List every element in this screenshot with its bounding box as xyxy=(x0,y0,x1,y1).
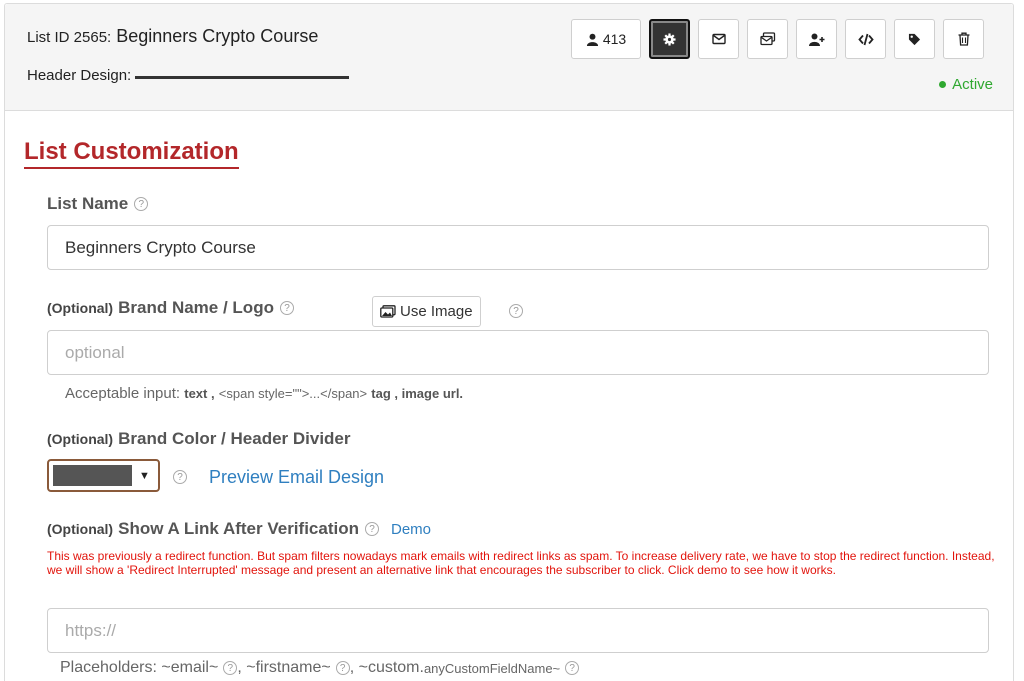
help-icon[interactable]: ? xyxy=(509,304,523,318)
hint-tag: <span style="">...</span> xyxy=(218,386,368,401)
optional-tag: (Optional) xyxy=(47,300,114,316)
envelope-icon xyxy=(711,33,726,45)
list-status: Active xyxy=(939,76,993,93)
placeholder-custom: ~custom. xyxy=(358,659,424,676)
list-name-label: List Name ? xyxy=(47,194,149,214)
redirect-link-label: (Optional) Show A Link After Verificatio… xyxy=(47,519,431,539)
trash-icon xyxy=(958,32,969,46)
embed-code-button[interactable] xyxy=(845,19,886,59)
hint-tag-suffix: tag , image url. xyxy=(371,386,464,401)
help-icon[interactable]: ? xyxy=(565,661,580,675)
status-dot-icon xyxy=(939,81,947,88)
broadcast-button[interactable] xyxy=(747,19,788,59)
envelopes-icon xyxy=(759,32,775,46)
placeholder-custom-field: anyCustomFieldName~ xyxy=(423,660,561,676)
list-id: List ID 2565: xyxy=(27,29,112,46)
hint-text: text , xyxy=(184,386,215,401)
status-text: Active xyxy=(952,76,993,93)
list-settings-panel: List ID 2565: Beginners Crypto Course He… xyxy=(4,3,1014,681)
placeholders-hint: Placeholders: ~email~ ?, ~firstname~ ?, … xyxy=(60,659,580,677)
add-user-icon xyxy=(808,33,824,46)
image-icon xyxy=(380,305,396,318)
delete-button[interactable] xyxy=(943,19,984,59)
dropdown-arrow-icon: ▼ xyxy=(139,469,150,482)
list-title: List ID 2565: Beginners Crypto Course xyxy=(27,26,318,47)
brand-color-label: (Optional) Brand Color / Header Divider xyxy=(47,429,351,449)
help-icon[interactable]: ? xyxy=(364,522,379,536)
placeholders-prefix: Placeholders: xyxy=(60,659,157,676)
use-image-label: Use Image xyxy=(400,303,473,320)
placeholder-firstname: ~firstname~ xyxy=(246,659,331,676)
color-swatch xyxy=(53,465,132,486)
brand-name-input[interactable]: optional xyxy=(47,330,989,375)
user-icon xyxy=(586,33,598,46)
list-toolbar: 413 xyxy=(571,19,984,59)
help-icon[interactable]: ? xyxy=(223,661,238,675)
help-icon[interactable]: ? xyxy=(173,470,187,484)
brand-color-label-text: Brand Color / Header Divider xyxy=(118,429,351,448)
header-design-divider xyxy=(135,76,350,79)
settings-button[interactable] xyxy=(649,19,690,59)
brand-hint: Acceptable input: text , <span style="">… xyxy=(65,385,463,402)
gear-icon xyxy=(663,32,676,46)
use-image-button[interactable]: Use Image xyxy=(372,296,481,327)
header-design-label: Header Design: xyxy=(27,67,132,84)
add-subscriber-button[interactable] xyxy=(796,19,837,59)
brand-name-label-text: Brand Name / Logo xyxy=(118,298,274,317)
help-icon[interactable]: ? xyxy=(134,197,149,211)
header-design: Header Design: xyxy=(27,67,350,84)
brand-color-select[interactable]: ▼ xyxy=(47,459,160,492)
demo-link[interactable]: Demo xyxy=(391,521,431,538)
section-title: List Customization xyxy=(24,138,239,169)
tag-icon xyxy=(908,33,921,45)
code-icon xyxy=(857,33,874,45)
subscribers-button[interactable]: 413 xyxy=(571,19,641,59)
preview-email-design-link[interactable]: Preview Email Design xyxy=(209,467,384,488)
hint-prefix: Acceptable input: xyxy=(65,385,181,402)
list-name-input[interactable]: Beginners Crypto Course xyxy=(47,225,989,270)
redirect-warning: This was previously a redirect function.… xyxy=(47,549,995,577)
list-header: List ID 2565: Beginners Crypto Course He… xyxy=(5,4,1013,111)
help-icon[interactable]: ? xyxy=(335,661,350,675)
brand-name-label: (Optional) Brand Name / Logo ? xyxy=(47,298,294,318)
optional-tag: (Optional) xyxy=(47,431,114,447)
placeholder-email: ~email~ xyxy=(161,659,219,676)
tags-button[interactable] xyxy=(894,19,935,59)
redirect-link-label-text: Show A Link After Verification xyxy=(118,519,359,538)
subscriber-count: 413 xyxy=(602,31,627,47)
redirect-url-input[interactable]: https:// xyxy=(47,608,989,653)
optional-tag: (Optional) xyxy=(47,521,114,537)
list-name-label-text: List Name xyxy=(47,194,129,213)
help-icon[interactable]: ? xyxy=(279,301,294,315)
list-name-heading: Beginners Crypto Course xyxy=(116,26,319,46)
email-button[interactable] xyxy=(698,19,739,59)
